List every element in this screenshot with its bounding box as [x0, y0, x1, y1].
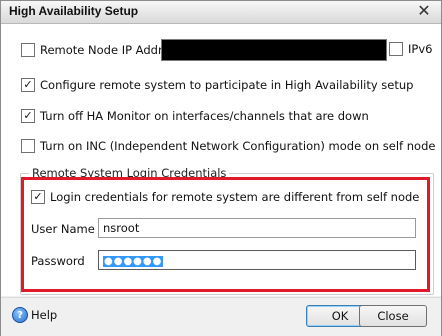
turn-off-ha-monitor-label: Turn off HA Monitor on interfaces/channe…: [40, 109, 369, 123]
username-label: User Name: [31, 222, 95, 236]
username-input[interactable]: nsroot: [98, 218, 416, 238]
turn-on-inc-label: Turn on INC (Independent Network Configu…: [40, 139, 436, 153]
dialog-window: High Availability Setup ✕ Remote Node IP…: [0, 0, 442, 336]
different-credentials-label: Login credentials for remote system are …: [50, 190, 420, 204]
option-turn-on-inc[interactable]: Turn on INC (Independent Network Configu…: [21, 138, 435, 154]
ok-button-label: OK: [331, 309, 349, 323]
remote-ip-row: Remote Node IP Address: [21, 42, 181, 58]
password-label: Password: [31, 254, 85, 268]
configure-remote-checkbox[interactable]: ✓: [21, 78, 35, 92]
option-configure-remote[interactable]: ✓ Configure remote system to participate…: [21, 77, 413, 93]
configure-remote-label: Configure remote system to participate i…: [40, 78, 414, 92]
ipv6-row: IPv6: [389, 41, 432, 57]
remote-ip-checkbox[interactable]: [21, 43, 35, 57]
username-value: nsroot: [103, 221, 140, 235]
dialog-footer: ? Help OK Close: [1, 297, 441, 336]
close-button-label: Close: [377, 309, 409, 323]
dialog-content: Remote Node IP Address IPv6 ✓ Configure …: [1, 24, 441, 296]
close-button[interactable]: Close: [359, 305, 427, 327]
different-credentials-checkbox[interactable]: ✓: [31, 190, 45, 204]
help-icon[interactable]: ?: [12, 307, 28, 323]
ipv6-checkbox[interactable]: [389, 42, 403, 56]
dialog-title: High Availability Setup: [9, 4, 139, 18]
close-window-icon[interactable]: ✕: [415, 2, 433, 20]
password-input[interactable]: ●●●●●●: [98, 250, 416, 270]
turn-off-ha-monitor-checkbox[interactable]: ✓: [21, 109, 35, 123]
ipv6-label: IPv6: [408, 42, 433, 56]
title-bar: High Availability Setup ✕: [1, 1, 441, 24]
option-turn-off-ha-monitor[interactable]: ✓ Turn off HA Monitor on interfaces/chan…: [21, 108, 369, 124]
turn-on-inc-checkbox[interactable]: [21, 139, 35, 153]
different-credentials-row[interactable]: ✓ Login credentials for remote system ar…: [31, 189, 419, 205]
password-value: ●●●●●●: [103, 256, 164, 267]
help-link[interactable]: Help: [31, 308, 57, 322]
remote-ip-input[interactable]: [161, 39, 387, 61]
